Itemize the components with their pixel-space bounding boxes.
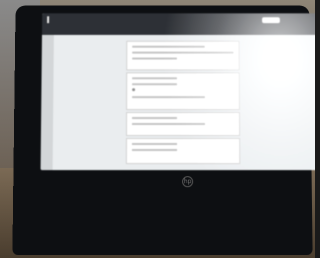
back-icon [47, 16, 49, 23]
radio-icon [132, 88, 135, 91]
topbar-button [262, 17, 280, 23]
form-question-card [126, 138, 240, 164]
browser-topbar [42, 13, 315, 35]
laptop: hp [12, 6, 312, 256]
form-header-card [126, 41, 239, 71]
logo-icon: hp [182, 176, 193, 187]
photo-scene: hp [0, 0, 315, 258]
laptop-screen [41, 13, 315, 170]
form-question-card [126, 112, 240, 136]
form-question-card [126, 72, 240, 110]
sidebar [41, 35, 54, 170]
